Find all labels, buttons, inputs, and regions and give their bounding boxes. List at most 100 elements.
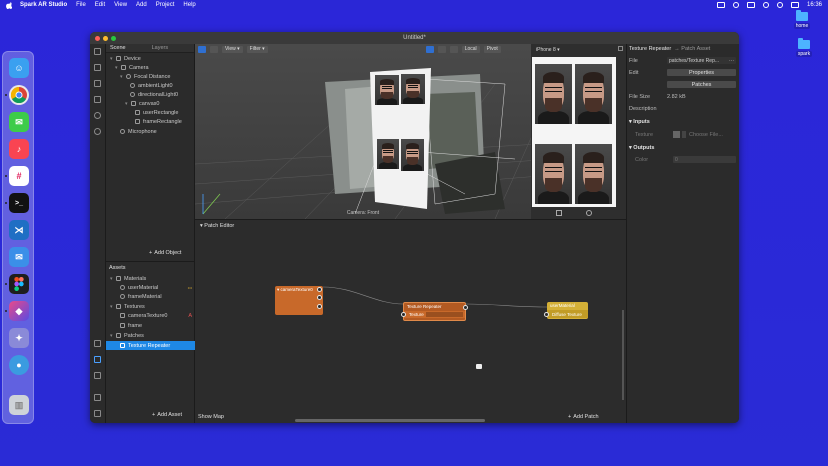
choose-file-button[interactable]: Choose File... [689, 132, 723, 138]
focus-icon[interactable] [732, 2, 739, 8]
scene-item-microphone[interactable]: Microphone [120, 127, 157, 136]
desktop-folder-spark[interactable]: spark [789, 38, 819, 57]
node-input-field[interactable] [426, 312, 463, 317]
music-icon[interactable]: ♪ [9, 139, 29, 159]
output-port[interactable] [463, 305, 468, 310]
scene-item-focal-distance[interactable]: ▾ Focal Distance [120, 72, 170, 81]
pivot-toggle[interactable]: Pivot [483, 45, 501, 53]
asset-folder-textures[interactable]: ▾ Textures [110, 302, 145, 311]
properties-button[interactable]: Properties [667, 69, 736, 76]
simulator-settings-icon[interactable] [618, 46, 623, 51]
menu-clock[interactable]: 16:36 [807, 2, 822, 8]
finder-icon[interactable]: ☺ [9, 58, 29, 78]
wifi-icon[interactable] [762, 2, 769, 8]
scale-tool-icon[interactable] [449, 45, 458, 53]
slack-icon[interactable]: # [9, 166, 29, 186]
move-tool-icon[interactable] [425, 45, 434, 53]
refresh-tool-icon[interactable] [94, 112, 101, 119]
view-mode-3d-icon[interactable] [210, 45, 218, 53]
asset-folder-patches[interactable]: ▾ Patches [110, 331, 144, 340]
input-port[interactable] [401, 312, 406, 317]
trash-icon[interactable]: ▥ [9, 395, 29, 415]
app-icon[interactable]: ✦ [9, 328, 29, 348]
menu-project[interactable]: Project [156, 2, 175, 8]
device-tool-icon[interactable] [94, 80, 101, 87]
apple-icon[interactable] [6, 1, 12, 9]
stop-tool-icon[interactable] [94, 96, 101, 103]
spark-ar-icon[interactable]: ◆ [9, 301, 29, 321]
local-toggle[interactable]: Local [461, 45, 480, 53]
asset-frame[interactable]: frame [120, 321, 142, 330]
scene-item-ambient-light[interactable]: ambientLight0 [130, 81, 173, 90]
view-mode-2d-icon[interactable] [198, 45, 206, 53]
control-center-icon[interactable] [790, 2, 799, 8]
add-patch-button[interactable]: + Add Patch [568, 414, 599, 420]
menu-help[interactable]: Help [183, 2, 195, 8]
tab-layers[interactable]: Layers [148, 45, 173, 51]
scene-item-device[interactable]: ▾ Device [110, 54, 141, 63]
view-dropdown[interactable]: View ▾ [222, 45, 243, 53]
help-tool-icon[interactable] [94, 410, 101, 417]
color-field[interactable]: 0 [673, 156, 736, 163]
file-path-field[interactable]: patches/Texture Rep... ··· [667, 57, 736, 64]
texture-swatch[interactable] [673, 131, 680, 138]
asset-frame-material[interactable]: frameMaterial [120, 292, 162, 301]
show-map-button[interactable]: Show Map [198, 414, 224, 420]
asset-user-material[interactable]: userMaterial ••• [120, 283, 192, 292]
video-tool-icon[interactable] [94, 64, 101, 71]
patch-editor[interactable]: ▾ Patch Editor ▾ cameraTexture0 Texture … [195, 219, 626, 423]
node-user-material[interactable]: userMaterial Diffuse Texture [544, 302, 588, 319]
device-dropdown[interactable]: iPhone 8 ▾ [533, 46, 563, 53]
scene-item-canvas[interactable]: ▾ canvas0 [125, 99, 160, 108]
texture-dropdown[interactable] [682, 131, 686, 138]
messages-icon[interactable]: ✉ [9, 112, 29, 132]
input-port[interactable] [544, 312, 549, 317]
menu-app-name[interactable]: Spark AR Studio [20, 2, 67, 8]
terminal-icon[interactable]: >_ [9, 193, 29, 213]
sim-video-icon[interactable] [556, 210, 562, 216]
sim-touch-icon[interactable] [586, 210, 592, 216]
menu-file[interactable]: File [76, 2, 86, 8]
menu-add[interactable]: Add [136, 2, 147, 8]
asset-camera-texture[interactable]: cameraTexture0 A [120, 311, 192, 320]
asset-texture-repeater[interactable]: Texture Repeater [120, 341, 170, 350]
menu-edit[interactable]: Edit [95, 2, 105, 8]
viewport[interactable]: View ▾ Filter ▾ Local Pivot iPhone 8 ▾ C… [195, 44, 626, 219]
figma-icon[interactable] [9, 274, 29, 294]
screen-icon[interactable] [716, 2, 725, 8]
vscode-icon[interactable]: ⋊ [9, 220, 29, 240]
search-tool-icon[interactable] [94, 128, 101, 135]
node-camera-texture[interactable]: ▾ cameraTexture0 [275, 286, 323, 315]
export-icon[interactable] [94, 340, 101, 347]
scene-item-camera[interactable]: ▾ Camera [115, 63, 149, 72]
scene-item-frame-rectangle[interactable]: frameRectangle [135, 117, 182, 126]
settings-tool-icon[interactable] [94, 394, 101, 401]
rotate-tool-icon[interactable] [437, 45, 446, 53]
output-port[interactable] [317, 287, 322, 292]
tweetbot-icon[interactable]: ● [9, 355, 29, 375]
tab-scene[interactable]: Scene [106, 45, 130, 51]
chrome-icon[interactable] [9, 85, 29, 105]
asset-folder-materials[interactable]: ▾ Materials [110, 274, 146, 283]
outputs-section[interactable]: ▾ Outputs [629, 145, 654, 151]
menu-view[interactable]: View [114, 2, 127, 8]
output-port[interactable] [317, 304, 322, 309]
node-texture-repeater[interactable]: Texture Repeater Texture [401, 302, 468, 321]
scene-item-user-rectangle[interactable]: userRectangle [135, 108, 178, 117]
publish-icon[interactable] [94, 372, 101, 379]
output-port[interactable] [317, 295, 322, 300]
layers-tool-icon[interactable] [94, 48, 101, 55]
search-icon[interactable] [776, 2, 783, 8]
more-icon[interactable]: ··· [729, 58, 734, 64]
share-icon[interactable] [94, 356, 101, 363]
battery-icon[interactable] [746, 2, 755, 8]
focal-icon [126, 74, 131, 79]
desktop-folder-home[interactable]: home [787, 10, 817, 29]
scene-item-directional-light[interactable]: directionalLight0 [130, 90, 178, 99]
add-object-button[interactable]: + Add Object [149, 250, 181, 256]
filter-dropdown[interactable]: Filter ▾ [246, 45, 268, 53]
inputs-section[interactable]: ▾ Inputs [629, 119, 650, 125]
patches-button[interactable]: Patches [667, 81, 736, 88]
mail-icon[interactable]: ✉ [9, 247, 29, 267]
add-asset-button[interactable]: + Add Asset [152, 412, 182, 418]
